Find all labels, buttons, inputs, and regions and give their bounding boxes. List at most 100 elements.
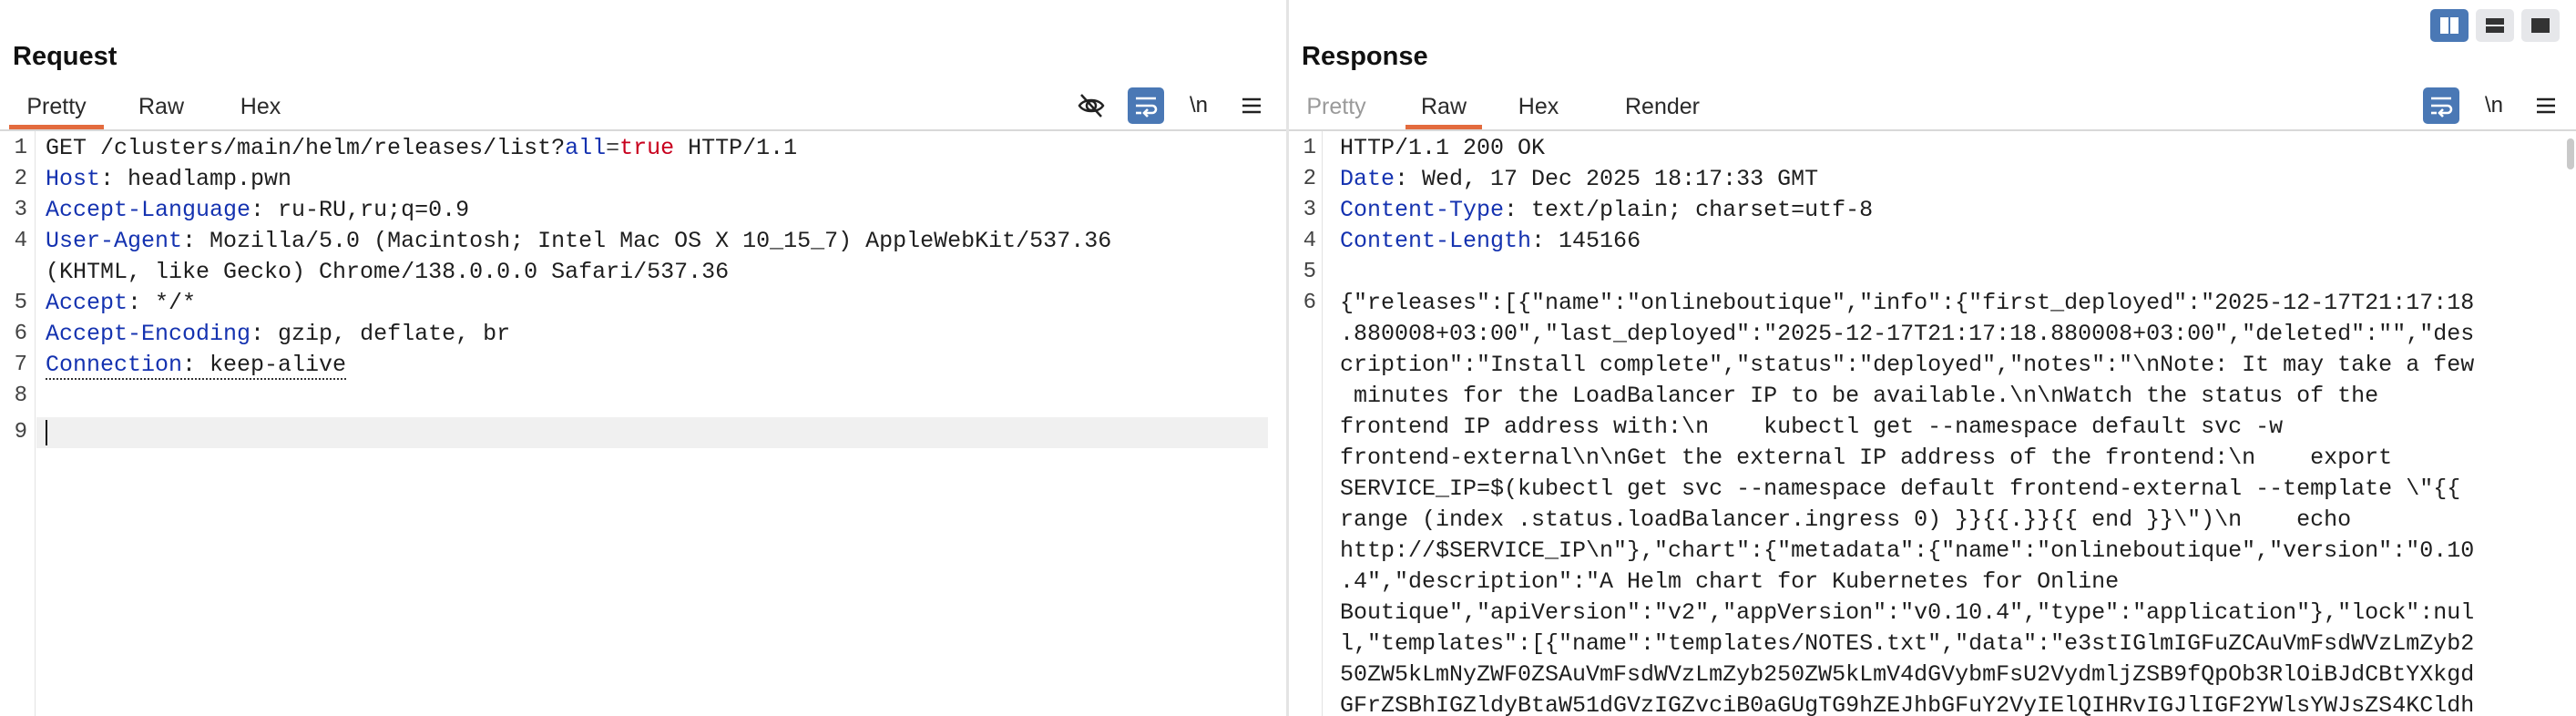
body-line: GFrZSBhIGZldyBtaW51dGVzIGZvciB0aGUgTG9hZ… [1340,692,2475,716]
line-number: 4 [14,229,27,253]
text-caret [46,420,47,445]
body-line: l,"templates":[{"name":"templates/NOTES.… [1340,630,2475,657]
header-key: Accept [46,290,128,316]
header-line: Accept-Encoding: gzip, deflate, br [46,319,510,350]
header-value: : 145166 [1531,228,1641,254]
line-number: 7 [14,353,27,377]
header-key: Content-Type [1340,197,1505,223]
request-tab-pretty[interactable]: Pretty [9,86,104,129]
request-protocol: HTTP/1.1 [674,135,798,161]
layout-split-rows-button[interactable] [2476,9,2514,42]
line-number: 8 [14,384,27,408]
header-line: Content-Type: text/plain; charset=utf-8 [1340,195,1873,226]
header-line: Accept: */* [46,288,196,319]
query-param-name: all [565,135,607,161]
response-tab-render[interactable]: Render [1608,86,1717,128]
line-number: 5 [14,291,27,315]
header-value: : gzip, deflate, br [250,321,511,347]
line-number: 6 [1303,291,1316,315]
word-wrap-toggle[interactable] [2423,87,2459,124]
body-line: range (index .status.loadBalancer.ingres… [1340,506,2352,533]
header-value: : Mozilla/5.0 (Macintosh; Intel Mac OS X… [182,228,1112,254]
header-line: Host: headlamp.pwn [46,164,291,195]
split-columns-icon [2440,17,2458,34]
header-line: Content-Length: 145166 [1340,226,1641,257]
request-editor[interactable]: 1 GET /clusters/main/helm/releases/list?… [0,131,1286,716]
request-title: Request [13,42,118,71]
wrap-icon [1136,97,1158,118]
header-key: Host [46,166,101,192]
newline-toggle[interactable]: \n [1181,87,1217,124]
status-line: HTTP/1.1 200 OK [1340,135,1546,161]
body-line: 50ZW5kLmNyZWF0ZSAuVmFsdWVzLmZyb250ZW5kLm… [1340,661,2475,688]
header-line: Accept-Language: ru-RU,ru;q=0.9 [46,195,469,226]
body-line: frontend-external\n\nGet the external IP… [1340,445,2393,471]
body-line: cription":"Install complete","status":"d… [1340,352,2475,378]
response-scrollbar[interactable] [2567,138,2574,169]
header-value: : keep-alive [182,352,347,378]
line-number: 5 [1303,260,1316,284]
header-line: User-Agent: Mozilla/5.0 (Macintosh; Inte… [46,226,1111,257]
response-editor[interactable]: 1 HTTP/1.1 200 OK 2 Date: Wed, 17 Dec 20… [1289,131,2576,716]
line-number: 4 [1303,229,1316,253]
newline-toggle[interactable]: \n [2476,87,2512,124]
request-menu-button[interactable] [1233,87,1270,124]
line-number: 2 [14,167,27,191]
header-key: Date [1340,166,1395,192]
header-key: Accept-Language [46,197,251,223]
request-tab-raw[interactable]: Raw [124,86,199,128]
body-line: .880008+03:00","last_deployed":"2025-12-… [1340,321,2475,347]
response-tabs: Pretty Raw Hex Render [1289,86,2576,131]
header-value: : headlamp.pwn [100,166,292,192]
line-number: 9 [14,420,27,445]
response-menu-button[interactable] [2528,87,2564,124]
header-key: Accept-Encoding [46,321,251,347]
request-line: GET /clusters/main/helm/releases/list?al… [46,133,797,164]
single-pane-icon [2531,18,2550,33]
response-title: Response [1302,42,1428,71]
body-line: Boutique","apiVersion":"v2","appVersion"… [1340,599,2475,626]
header-value: : ru-RU,ru;q=0.9 [250,197,470,223]
query-param-value: true [619,135,675,161]
header-line-continuation: (KHTML, like Gecko) Chrome/138.0.0.0 Saf… [46,259,730,285]
hide-non-printing-toggle[interactable] [1073,87,1109,124]
body-line: minutes for the LoadBalancer IP to be av… [1340,383,2379,409]
layout-switcher [2430,9,2560,42]
response-pane: Response Pretty Raw Hex Render \n 1 HTTP… [1289,0,2576,716]
header-key: Connection [46,352,183,378]
body-line: frontend IP address with:\n kubectl get … [1340,414,2284,440]
wrap-icon [2431,97,2453,118]
body-line: SERVICE_IP=$(kubectl get svc --namespace… [1340,476,2461,502]
line-number: 2 [1303,167,1316,191]
menu-icon [2537,97,2555,114]
header-line: Date: Wed, 17 Dec 2025 18:17:33 GMT [1340,164,1818,195]
line-number: 1 [14,136,27,160]
header-value: : */* [128,290,197,316]
eye-off-icon [1078,94,1105,118]
line-number: 3 [14,198,27,222]
split-rows-icon [2486,18,2504,33]
header-key: Content-Length [1340,228,1532,254]
request-tab-hex[interactable]: Hex [224,86,297,128]
query-param-eq: = [606,135,620,161]
menu-icon [1242,97,1261,114]
request-pane: Request Pretty Raw Hex \n 1 GET /cluster… [0,0,1286,716]
response-tab-pretty[interactable]: Pretty [1294,86,1378,128]
body-line: http://$SERVICE_IP\n"},"chart":{"metadat… [1340,537,2475,564]
layout-single-pane-button[interactable] [2521,9,2560,42]
current-line-highlight [36,417,1268,448]
header-line: Connection: keep-alive [46,350,347,381]
line-number: 6 [14,322,27,346]
line-number: 1 [1303,136,1316,160]
word-wrap-toggle[interactable] [1128,87,1164,124]
header-value: : text/plain; charset=utf-8 [1504,197,1874,223]
header-value: : Wed, 17 Dec 2025 18:17:33 GMT [1395,166,1819,192]
line-number: 3 [1303,198,1316,222]
response-tab-raw[interactable]: Raw [1406,86,1482,129]
header-key: User-Agent [46,228,183,254]
body-line: .4","description":"A Helm chart for Kube… [1340,568,2120,595]
layout-split-columns-button[interactable] [2430,9,2469,42]
response-tab-hex[interactable]: Hex [1502,86,1575,128]
body-line: {"releases":[{"name":"onlineboutique","i… [1340,290,2475,316]
request-path: GET /clusters/main/helm/releases/list? [46,135,566,161]
